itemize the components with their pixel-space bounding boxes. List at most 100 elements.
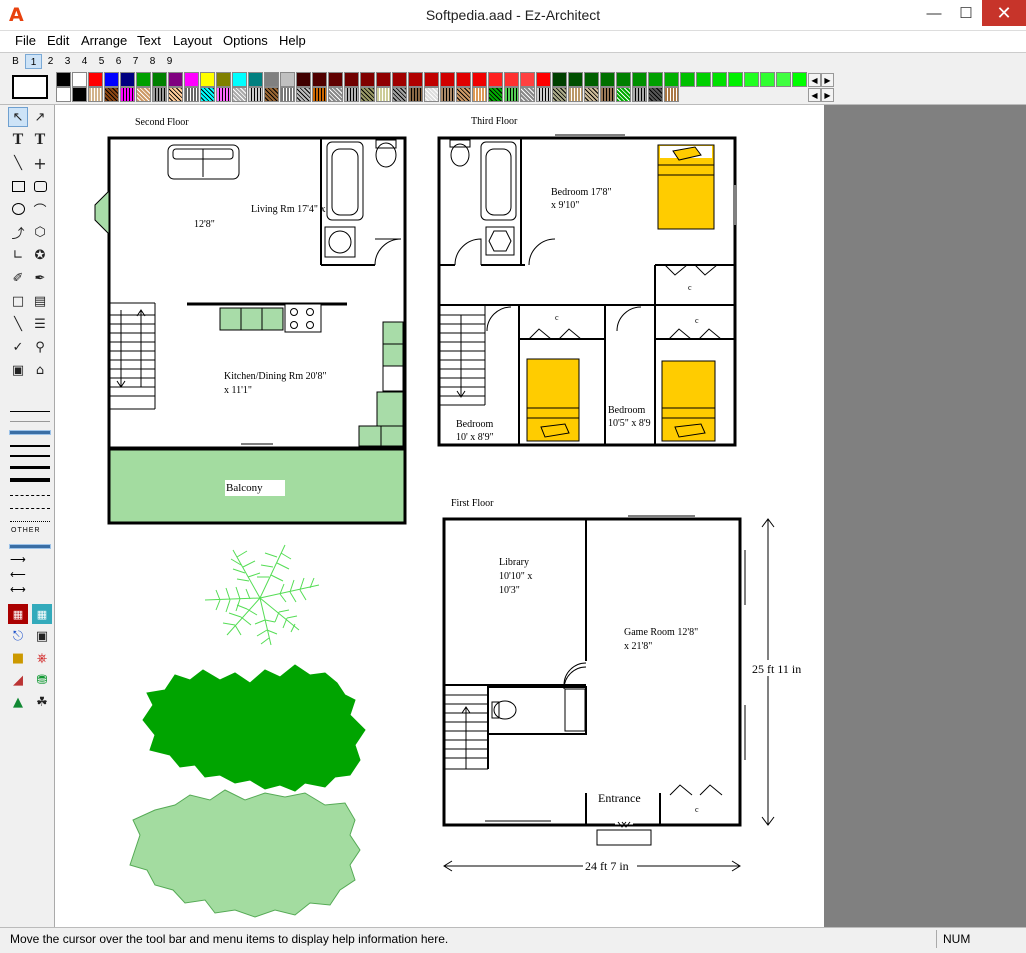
line-other-label[interactable]: OTHER: [11, 527, 41, 534]
door-symbol-icon[interactable]: ▦: [8, 604, 28, 624]
palette-color-swatch[interactable]: [584, 72, 599, 87]
palette-pattern-swatch[interactable]: [200, 87, 215, 102]
palette-color-swatch[interactable]: [552, 72, 567, 87]
line-dash-1[interactable]: [10, 495, 50, 497]
line-dash-3[interactable]: [10, 521, 50, 523]
palette-color-swatch[interactable]: [232, 72, 247, 87]
menu-file[interactable]: File: [15, 33, 36, 48]
text-icon[interactable]: T: [8, 130, 28, 150]
menu-edit[interactable]: Edit: [47, 33, 69, 48]
palette-pattern-swatch[interactable]: [152, 87, 167, 102]
palette-pattern-swatch[interactable]: [72, 87, 87, 102]
palette-color-swatch[interactable]: [712, 72, 727, 87]
menu-text[interactable]: Text: [137, 33, 161, 48]
palette-color-swatch[interactable]: [136, 72, 151, 87]
palette-color-swatch[interactable]: [536, 72, 551, 87]
layer-7[interactable]: 7: [127, 54, 144, 69]
palette-pattern-swatch[interactable]: [216, 87, 231, 102]
arrow-none-selected[interactable]: [9, 544, 51, 549]
palette-pattern-swatch[interactable]: [88, 87, 103, 102]
line-width-2-selected[interactable]: [9, 430, 51, 435]
palette-scroll-right-top[interactable]: ▶: [821, 73, 834, 87]
palette-color-swatch[interactable]: [488, 72, 503, 87]
palette-pattern-swatch[interactable]: [344, 87, 359, 102]
line-dash-2[interactable]: [10, 508, 50, 510]
palette-pattern-swatch[interactable]: [392, 87, 407, 102]
palette-color-swatch[interactable]: [568, 72, 583, 87]
palette-color-swatch[interactable]: [184, 72, 199, 87]
curve-icon[interactable]: ⤴: [8, 222, 28, 242]
palette-pattern-swatch[interactable]: [312, 87, 327, 102]
palette-pattern-swatch[interactable]: [536, 87, 551, 102]
rotate-pointer-icon[interactable]: ↗: [30, 107, 50, 127]
palette-color-swatch[interactable]: [744, 72, 759, 87]
palette-color-swatch[interactable]: [648, 72, 663, 87]
appliance-symbol-icon[interactable]: ■: [8, 648, 28, 668]
palette-color-swatch[interactable]: [424, 72, 439, 87]
car-symbol-icon[interactable]: ⛃: [32, 670, 52, 690]
tree-symbol-icon[interactable]: ▲: [8, 692, 28, 712]
palette-pattern-swatch[interactable]: [600, 87, 615, 102]
palette-pattern-swatch[interactable]: [168, 87, 183, 102]
palette-pattern-swatch[interactable]: [472, 87, 487, 102]
arc-icon[interactable]: ⌒: [30, 199, 50, 219]
pointer-icon[interactable]: ↖: [8, 107, 28, 127]
palette-color-swatch[interactable]: [760, 72, 775, 87]
minimize-button[interactable]: —: [918, 0, 950, 26]
circle-icon[interactable]: [8, 199, 28, 219]
palette-color-swatch[interactable]: [728, 72, 743, 87]
zoom-icon[interactable]: ⚲: [30, 337, 50, 357]
palette-pattern-swatch[interactable]: [120, 87, 135, 102]
arrow-both-icon[interactable]: ⟷: [10, 583, 26, 596]
measure-icon[interactable]: ✓: [8, 337, 28, 357]
palette-color-swatch[interactable]: [408, 72, 423, 87]
palette-color-swatch[interactable]: [520, 72, 535, 87]
layer-5[interactable]: 5: [93, 54, 110, 69]
palette-scroll-left-top[interactable]: ◀: [808, 73, 821, 87]
polyline-icon[interactable]: ∟: [8, 245, 28, 265]
layer-1[interactable]: 1: [25, 54, 42, 69]
palette-color-swatch[interactable]: [504, 72, 519, 87]
line-width-3[interactable]: [10, 445, 50, 447]
line-width-hairline[interactable]: [10, 421, 50, 422]
palette-color-swatch[interactable]: [632, 72, 647, 87]
menu-arrange[interactable]: Arrange: [81, 33, 127, 48]
rectangle-icon[interactable]: [8, 176, 28, 196]
home-icon[interactable]: ⌂: [30, 360, 50, 380]
palette-color-swatch[interactable]: [472, 72, 487, 87]
palette-pattern-swatch[interactable]: [104, 87, 119, 102]
pen-icon[interactable]: ✒: [30, 268, 50, 288]
star-shape-icon[interactable]: ✪: [30, 245, 50, 265]
layer-b[interactable]: B: [7, 54, 24, 69]
arrow-left-icon[interactable]: ⟵: [10, 568, 26, 581]
layer-2[interactable]: 2: [42, 54, 59, 69]
palette-pattern-swatch[interactable]: [632, 87, 647, 102]
palette-pattern-swatch[interactable]: [552, 87, 567, 102]
palette-color-swatch[interactable]: [216, 72, 231, 87]
palette-pattern-swatch[interactable]: [456, 87, 471, 102]
cross-line-icon[interactable]: +: [30, 153, 50, 173]
maximize-button[interactable]: ☐: [950, 0, 982, 26]
palette-pattern-swatch[interactable]: [648, 87, 663, 102]
palette-pattern-swatch[interactable]: [280, 87, 295, 102]
palette-pattern-swatch[interactable]: [328, 87, 343, 102]
palette-color-swatch[interactable]: [248, 72, 263, 87]
grid-snap-icon[interactable]: ▣: [8, 360, 28, 380]
layer-3[interactable]: 3: [59, 54, 76, 69]
palette-color-swatch[interactable]: [264, 72, 279, 87]
menu-layout[interactable]: Layout: [173, 33, 212, 48]
layer-6[interactable]: 6: [110, 54, 127, 69]
palette-color-swatch[interactable]: [792, 72, 807, 87]
palette-color-swatch[interactable]: [328, 72, 343, 87]
line-width-5[interactable]: [10, 466, 50, 469]
plant-symbol-icon[interactable]: ☘: [32, 692, 52, 712]
palette-color-swatch[interactable]: [72, 72, 87, 87]
window-symbol-icon[interactable]: ▦: [32, 604, 52, 624]
palette-color-swatch[interactable]: [376, 72, 391, 87]
rounded-rectangle-icon[interactable]: [30, 176, 50, 196]
layer-4[interactable]: 4: [76, 54, 93, 69]
stairs-symbol-icon[interactable]: ◢: [8, 670, 28, 690]
palette-color-swatch[interactable]: [200, 72, 215, 87]
line-width-1[interactable]: [10, 411, 50, 412]
palette-pattern-swatch[interactable]: [248, 87, 263, 102]
